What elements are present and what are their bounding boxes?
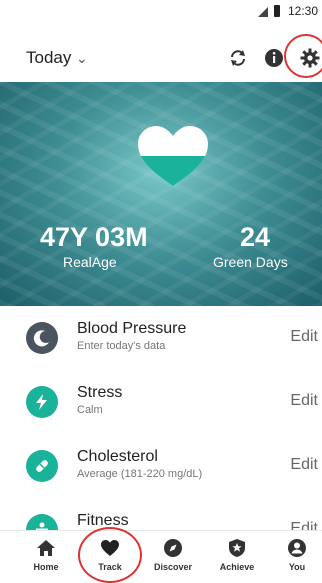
bottom-tab-bar: Home Track Discover Achieve You (0, 530, 322, 577)
water-background (0, 82, 322, 306)
top-bar: Today ⌄ (0, 22, 322, 82)
metric-subtitle: Enter today's data (77, 340, 166, 352)
chevron-down-icon[interactable]: ⌄ (76, 50, 88, 67)
tab-you[interactable]: You (270, 537, 322, 572)
list-item[interactable]: Stress Calm Edit (0, 370, 322, 435)
metric-name: Cholesterol (77, 448, 158, 465)
home-icon (19, 537, 73, 559)
realage-label: RealAge (63, 254, 117, 270)
compass-icon (146, 537, 200, 559)
green-days-value: 24 (240, 222, 271, 252)
metric-name: Stress (77, 384, 123, 401)
green-days-label: Green Days (213, 254, 288, 270)
tab-achieve[interactable]: Achieve (210, 537, 264, 572)
tab-label: You (288, 562, 306, 572)
tab-discover[interactable]: Discover (146, 537, 200, 572)
shield-star-icon (210, 537, 264, 559)
sync-button[interactable] (226, 46, 250, 70)
status-bar: 12:30 (0, 0, 322, 22)
highlight-ring (284, 34, 322, 78)
heart-icon (138, 126, 208, 186)
info-button[interactable] (262, 46, 286, 70)
signal-icon (258, 7, 268, 17)
tab-home[interactable]: Home (19, 537, 73, 572)
metric-subtitle: Calm (77, 404, 103, 416)
moon-icon (26, 322, 58, 354)
tab-label: Discover (153, 562, 193, 572)
date-selector-label[interactable]: Today (26, 48, 71, 68)
tab-label: Home (33, 562, 59, 572)
edit-button[interactable]: Edit (290, 392, 318, 410)
edit-button[interactable]: Edit (290, 328, 318, 346)
hero-banner: 47Y 03M RealAge 24 Green Days (0, 82, 322, 306)
battery-icon (274, 5, 280, 17)
user-icon (270, 537, 322, 559)
tab-label: Achieve (219, 562, 255, 572)
list-item[interactable]: Cholesterol Average (181-220 mg/dL) Edit (0, 434, 322, 499)
info-icon (265, 49, 283, 67)
list-item[interactable]: Blood Pressure Enter today's data Edit (0, 306, 322, 371)
highlight-ring (78, 527, 142, 583)
lightning-icon (26, 386, 58, 418)
edit-button[interactable]: Edit (290, 456, 318, 474)
pill-icon (26, 450, 58, 482)
sync-icon (231, 50, 245, 66)
metric-subtitle: Average (181-220 mg/dL) (77, 468, 203, 480)
metric-name: Blood Pressure (77, 320, 187, 337)
realage-value: 47Y 03M (40, 222, 148, 252)
status-time: 12:30 (287, 4, 318, 18)
